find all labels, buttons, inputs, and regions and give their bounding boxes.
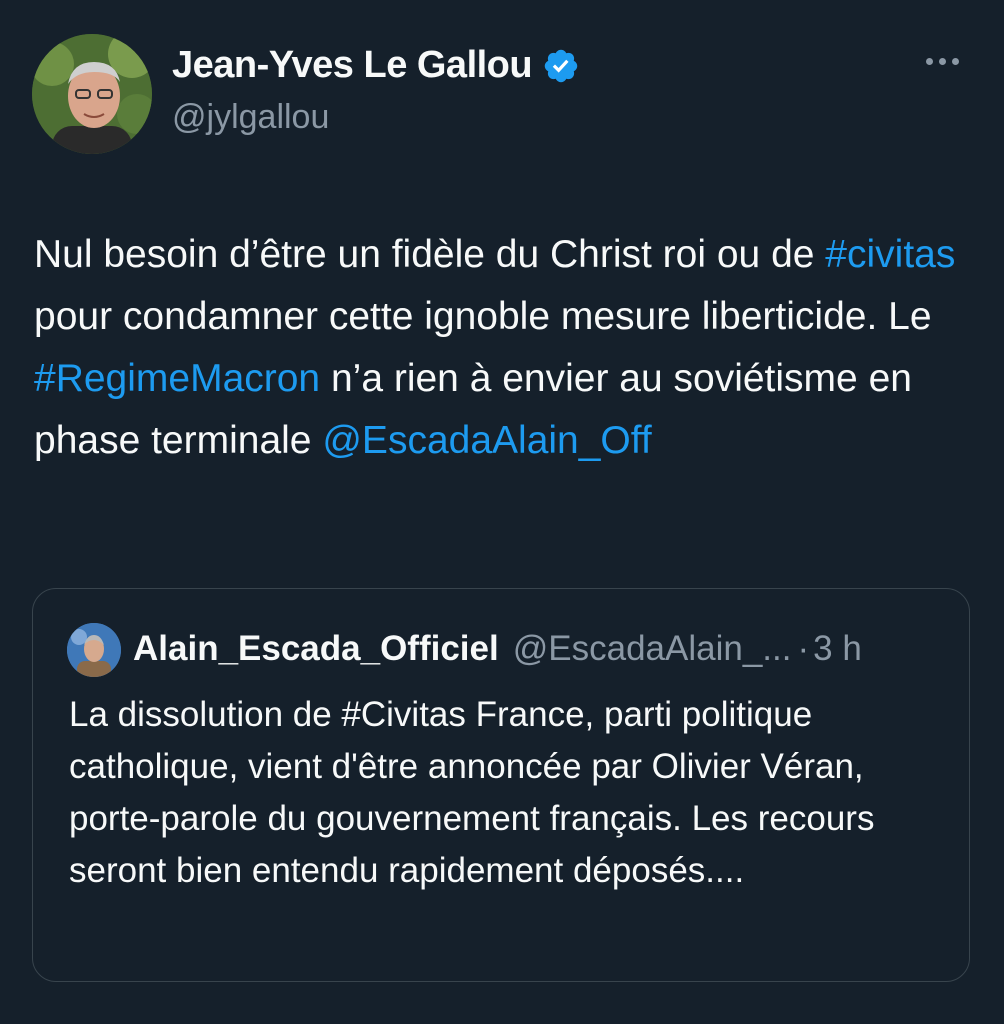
dot — [926, 58, 933, 65]
mention-link[interactable]: @EscadaAlain_Off — [322, 419, 651, 462]
author-avatar[interactable] — [32, 34, 152, 154]
quoted-tweet-card[interactable]: Alain_Escada_Officiel @EscadaAlain_... ·… — [32, 588, 970, 982]
quoted-tweet-text: La dissolution de #Civitas France, parti… — [69, 695, 875, 890]
tweet-text: Nul besoin d’être un fidèle du Christ ro… — [34, 224, 974, 472]
avatar-photo — [32, 34, 152, 154]
author-display-name[interactable]: Jean-Yves Le Gallou — [172, 44, 533, 87]
dot — [952, 58, 959, 65]
quoted-avatar-photo — [67, 623, 121, 677]
hashtag-link-civitas[interactable]: #civitas — [825, 233, 955, 276]
quoted-timestamp[interactable]: 3 h — [813, 629, 862, 669]
more-options-icon[interactable] — [926, 58, 959, 65]
tweet-text-part: Nul besoin d’être un fidèle du Christ ro… — [34, 233, 826, 276]
author-handle[interactable]: @jylgallou — [172, 98, 329, 137]
separator-dot: · — [797, 629, 810, 668]
hashtag-link-regimemacron[interactable]: #RegimeMacron — [34, 357, 320, 400]
quoted-handle[interactable]: @EscadaAlain_... — [513, 629, 792, 669]
dot — [939, 58, 946, 65]
author-name-row: Jean-Yves Le Gallou — [172, 44, 580, 87]
quoted-display-name[interactable]: Alain_Escada_Officiel — [133, 629, 499, 669]
tweet-text-part: pour condamner cette ignoble mesure libe… — [34, 295, 932, 338]
quoted-header: Alain_Escada_Officiel @EscadaAlain_... ·… — [133, 629, 862, 669]
quoted-author-avatar[interactable] — [67, 623, 121, 677]
verified-badge-icon — [542, 47, 580, 85]
